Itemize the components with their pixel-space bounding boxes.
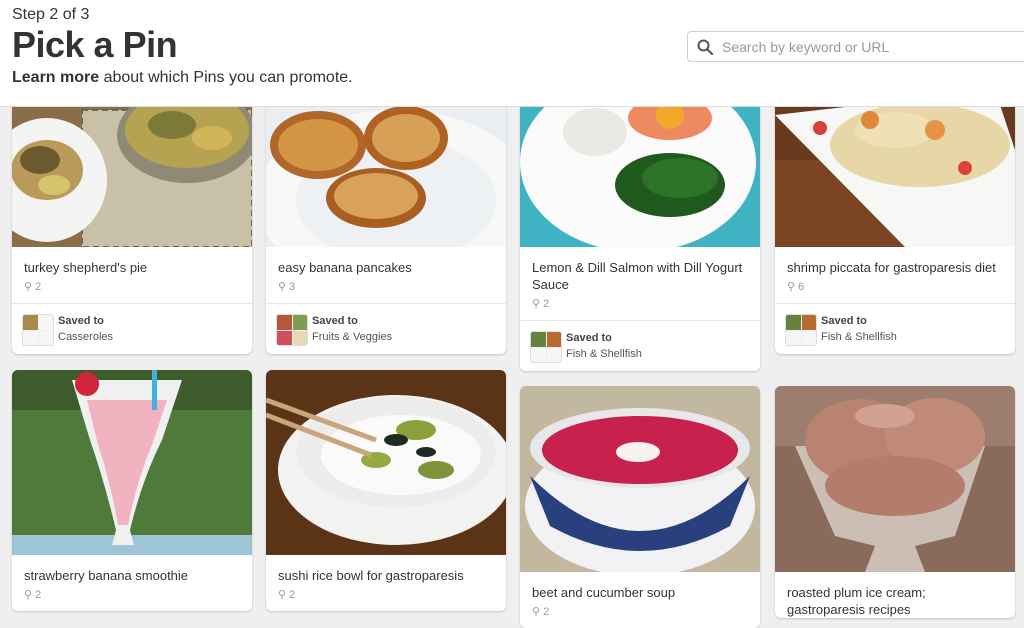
- repin-number: 2: [543, 297, 550, 310]
- repin-number: 3: [289, 280, 296, 293]
- learn-more-rest: about which Pins you can promote.: [99, 69, 353, 86]
- saved-to-board[interactable]: Saved to Fish & Shellfish: [520, 320, 760, 371]
- pin-icon: ⚲: [532, 298, 541, 310]
- pin-icon: ⚲: [24, 281, 33, 293]
- pin-icon: ⚲: [24, 589, 33, 601]
- pin-caption: roasted plum ice cream; gastroparesis re…: [787, 585, 926, 617]
- pin-card[interactable]: shrimp piccata for gastroparesis diet ⚲ 6…: [775, 90, 1015, 354]
- pin-image[interactable]: [12, 370, 252, 555]
- pin-icon: ⚲: [787, 281, 796, 293]
- pin-caption: strawberry banana smoothie: [24, 568, 189, 583]
- repin-number: 6: [798, 280, 805, 293]
- repin-count: ⚲ 2: [12, 584, 252, 611]
- search-placeholder: Search by keyword or URL: [722, 39, 890, 55]
- board-name[interactable]: Fish & Shellfish: [566, 348, 642, 360]
- pin-card[interactable]: turkey shepherd's pie ⚲ 2 Saved to Casser…: [12, 90, 252, 354]
- board-name[interactable]: Casseroles: [58, 331, 113, 343]
- saved-to-label: Saved to: [566, 332, 612, 344]
- pin-image[interactable]: [520, 90, 760, 247]
- pin-card[interactable]: easy banana pancakes ⚲ 3 Saved to Fruits …: [266, 90, 506, 354]
- saved-to-board[interactable]: Saved to Fish & Shellfish: [775, 303, 1015, 354]
- pin-caption: turkey shepherd's pie: [24, 260, 148, 275]
- board-thumbnails: [530, 331, 562, 363]
- saved-to-label: Saved to: [821, 315, 867, 327]
- saved-to-label: Saved to: [58, 315, 104, 327]
- pin-image[interactable]: [775, 90, 1015, 247]
- pin-caption: beet and cucumber soup: [532, 585, 676, 600]
- search-icon: [697, 39, 713, 55]
- board-name[interactable]: Fish & Shellfish: [821, 331, 897, 343]
- pin-image[interactable]: [520, 386, 760, 572]
- pin-image[interactable]: [12, 90, 252, 247]
- pin-caption: shrimp piccata for gastroparesis diet: [787, 260, 996, 275]
- saved-to-board[interactable]: Saved to Casseroles: [12, 303, 252, 354]
- saved-to-label: Saved to: [312, 315, 358, 327]
- pin-image[interactable]: [266, 90, 506, 247]
- learn-more-text: Learn more about which Pins you can prom…: [12, 69, 353, 87]
- board-thumbnails: [22, 314, 54, 346]
- search-input[interactable]: Search by keyword or URL: [687, 31, 1024, 62]
- step-indicator: Step 2 of 3: [12, 6, 90, 23]
- page-header: Step 2 of 3 Pick a Pin Learn more about …: [0, 0, 1024, 107]
- pin-icon: ⚲: [532, 606, 541, 618]
- pin-card[interactable]: beet and cucumber soup ⚲ 2: [520, 386, 760, 628]
- repin-number: 2: [543, 605, 550, 618]
- repin-number: 2: [289, 588, 296, 601]
- saved-to-board[interactable]: Saved to Fruits & Veggies: [266, 303, 506, 354]
- pin-caption: sushi rice bowl for gastroparesis: [278, 568, 464, 583]
- repin-number: 2: [35, 588, 42, 601]
- board-name[interactable]: Fruits & Veggies: [312, 331, 392, 343]
- pin-caption: Lemon & Dill Salmon with Dill Yogurt Sau…: [532, 260, 743, 292]
- pin-icon: ⚲: [278, 281, 287, 293]
- repin-count: ⚲ 2: [266, 584, 506, 611]
- board-thumbnails: [276, 314, 308, 346]
- repin-count: ⚲ 6: [775, 276, 1015, 303]
- pin-image[interactable]: [266, 370, 506, 555]
- learn-more-link[interactable]: Learn more: [12, 69, 99, 86]
- pin-caption: easy banana pancakes: [278, 260, 412, 275]
- repin-count: ⚲ 2: [520, 601, 760, 628]
- pin-card[interactable]: sushi rice bowl for gastroparesis ⚲ 2: [266, 370, 506, 611]
- pin-image[interactable]: [775, 386, 1015, 572]
- pin-card[interactable]: roasted plum ice cream; gastroparesis re…: [775, 386, 1015, 618]
- repin-number: 2: [35, 280, 42, 293]
- page-title: Pick a Pin: [12, 24, 178, 65]
- pin-card[interactable]: Lemon & Dill Salmon with Dill Yogurt Sau…: [520, 90, 760, 371]
- repin-count: ⚲ 3: [266, 276, 506, 303]
- pin-icon: ⚲: [278, 589, 287, 601]
- pin-card[interactable]: strawberry banana smoothie ⚲ 2: [12, 370, 252, 611]
- repin-count: ⚲ 2: [520, 293, 760, 320]
- board-thumbnails: [785, 314, 817, 346]
- repin-count: ⚲ 2: [12, 276, 252, 303]
